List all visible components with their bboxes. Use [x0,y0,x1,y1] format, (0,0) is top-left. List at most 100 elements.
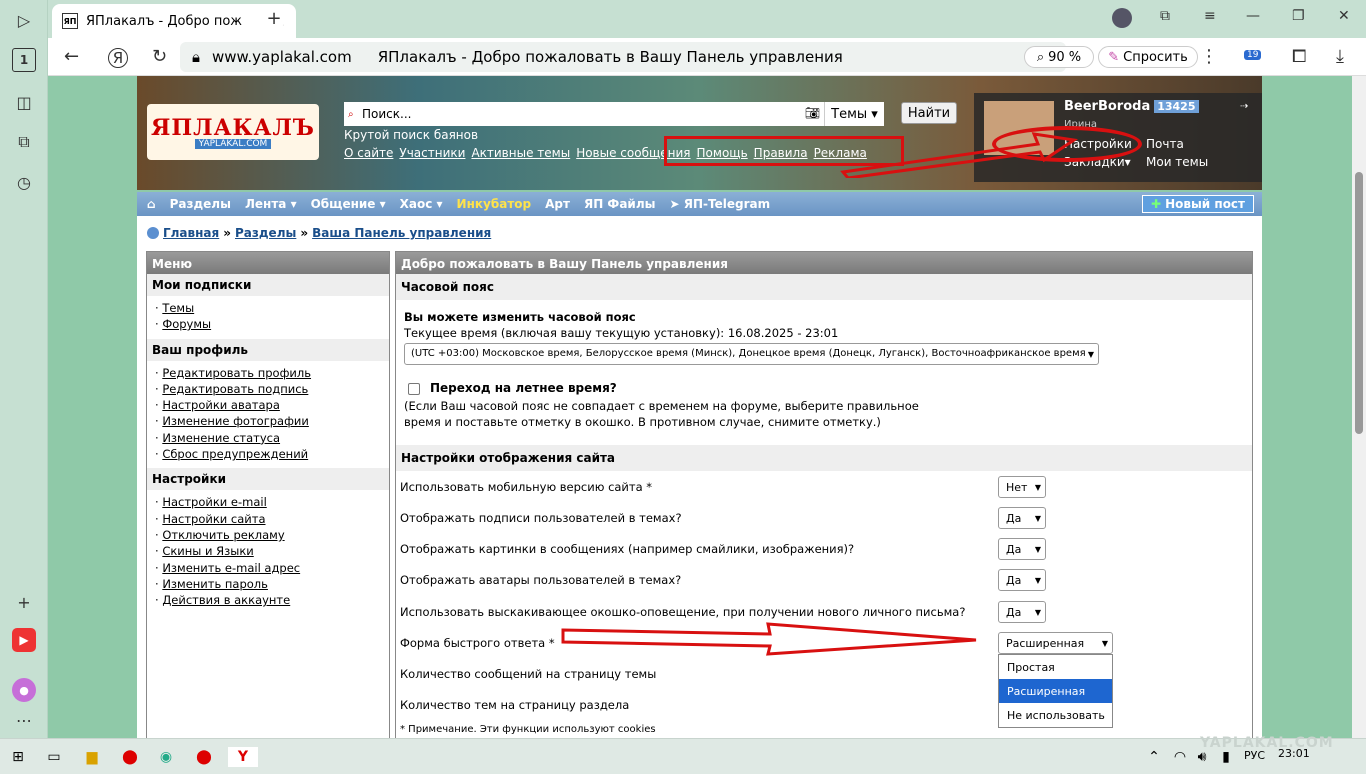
opera-gx-icon[interactable]: ⬤ [194,747,214,767]
link-about[interactable]: О сайте [344,146,393,160]
avatars-select[interactable]: Да [998,569,1046,591]
timezone-select[interactable]: (UTC +03:00) Московское время, Белорусск… [404,343,1099,365]
breadcrumb-panel[interactable]: Ваша Панель управления [312,226,491,240]
menu-link[interactable]: Действия в аккаунте [162,593,290,607]
windows-start-icon[interactable]: ⊞ [8,747,28,767]
camera-search-icon[interactable]: 📷︎ [805,106,820,120]
user-my-topics-link[interactable]: Мои темы [1146,155,1208,169]
nav-telegram[interactable]: ➤ ЯП-Telegram [669,197,770,211]
menu-icon[interactable]: ≡ [1204,8,1216,24]
play-icon[interactable]: ▷ [12,8,36,32]
restore-icon[interactable]: ❐ [1292,8,1305,24]
bookmarks-icon[interactable]: ⧉ [1160,8,1170,24]
menu-link[interactable]: Настройки сайта [162,512,265,526]
menu-link[interactable]: Скины и Языки [162,544,253,558]
chevron-up-icon[interactable]: ⌃ [1144,747,1164,767]
chrome-icon[interactable]: ◉ [156,747,176,767]
menu-link[interactable]: Настройки аватара [162,398,280,412]
video-app-icon[interactable]: ▶ [12,628,36,652]
page-scrollbar[interactable] [1352,76,1366,738]
back-icon[interactable]: ← [64,46,79,67]
menu-link[interactable]: Редактировать подпись [162,382,308,396]
menu-link[interactable]: Настройки e-mail [162,495,266,509]
option-extended[interactable]: Расширенная [999,679,1112,703]
breadcrumb-sections[interactable]: Разделы [235,226,296,240]
quick-reply-dropdown: Простая Расширенная Не использовать [998,654,1113,728]
search-input[interactable]: Поиск... [362,107,411,121]
menu-link[interactable]: Темы [162,301,194,315]
breadcrumb-home[interactable]: Главная [163,226,219,240]
menu-link[interactable]: Изменение статуса [162,431,280,445]
nav-files[interactable]: ЯП Файлы [584,197,656,211]
dst-note-1: (Если Ваш часовой пояс не совпадает с вр… [404,399,919,413]
file-explorer-icon[interactable]: ▆ [82,747,102,767]
menu-link[interactable]: Изменить e-mail адрес [162,561,300,575]
nav-chat[interactable]: Общение ▾ [311,197,386,211]
nav-feed[interactable]: Лента ▾ [245,197,297,211]
link-members[interactable]: Участники [399,146,465,160]
collections-icon[interactable]: ⧉ [12,130,36,154]
more-icon[interactable]: ⋯ [12,708,36,732]
extensions-icon[interactable]: ⧠ [1292,46,1306,67]
new-post-label: Новый пост [1165,197,1245,211]
minimize-icon[interactable]: — [1246,8,1260,24]
list-item: · Действия в аккаунте [155,593,291,608]
yandex-browser-icon[interactable]: Y [228,747,258,767]
quick-reply-select[interactable]: Расширенная [998,632,1113,654]
download-icon[interactable]: ⤓ [1336,46,1344,67]
menu-link[interactable]: Форумы [162,317,211,331]
option-simple[interactable]: Простая [999,655,1112,679]
logout-icon[interactable]: ⇢ [1240,101,1248,112]
menu-link[interactable]: Изменение фотографии [162,414,309,428]
camera-icon[interactable]: ◫ [12,90,36,114]
user-name[interactable]: BeerBoroda [1064,99,1150,114]
add-icon[interactable]: + [12,590,36,614]
url-field[interactable]: 🔒︎ www.yaplakal.com ЯПлакалъ - Добро пож… [180,42,1066,72]
wifi-icon[interactable]: ◠ [1170,747,1190,767]
home-icon[interactable]: ⌂ [147,197,156,211]
menu-link[interactable]: Изменить пароль [162,577,268,591]
user-mail-link[interactable]: Почта [1146,137,1184,151]
web-page: ЯПЛАКАЛЪ YAPLAKAL.COM ⌕ Поиск... 📷︎ Темы… [48,76,1352,738]
tab-count-icon[interactable]: 1 [12,48,36,72]
option-none[interactable]: Не использовать [999,703,1112,727]
nav-art[interactable]: Арт [545,197,570,211]
nav-feed-label: Лента [244,197,287,211]
new-tab-button[interactable]: + [262,6,286,30]
yandex-icon[interactable]: Я [108,48,128,68]
menu-link[interactable]: Отключить рекламу [162,528,284,542]
zoom-button[interactable]: ⌕ 90 % [1024,46,1094,68]
nav-incubator[interactable]: Инкубатор [457,197,532,211]
task-view-icon[interactable]: ▭ [44,747,64,767]
opera-icon[interactable]: ⬤ [120,747,140,767]
downloads-badge[interactable]: 19 [1244,46,1262,61]
menu-link[interactable]: Редактировать профиль [162,366,311,380]
site-logo[interactable]: ЯПЛАКАЛЪ YAPLAKAL.COM [147,104,319,160]
list-item: · Редактировать подпись [155,381,309,396]
history-icon[interactable]: ◷ [12,170,36,194]
more-menu-icon[interactable]: ⋮ [1200,46,1218,67]
new-post-button[interactable]: ✚ Новый пост [1142,195,1254,213]
nav-sections[interactable]: Разделы [170,197,231,211]
close-window-icon[interactable]: ✕ [1338,8,1350,24]
profile-avatar[interactable] [1112,8,1132,28]
popup-select[interactable]: Да [998,601,1046,623]
taskbar: ⊞ ▭ ▆ ⬤ ◉ ⬤ Y ⌃ ◠ 🔊︎ ▮ РУС 23:01 YAPLAKA… [0,735,1366,774]
list-item: · Настройки e-mail [155,495,267,510]
link-active[interactable]: Активные темы [471,146,570,160]
signatures-select[interactable]: Да [998,507,1046,529]
dst-checkbox[interactable] [408,383,420,395]
alice-icon[interactable]: ● [12,678,36,702]
images-select[interactable]: Да [998,538,1046,560]
scrollbar-thumb[interactable] [1355,172,1363,434]
mobile-select[interactable]: Нет [998,476,1046,498]
ask-button[interactable]: ✎ Спросить [1098,46,1198,68]
active-tab[interactable]: ЯП ЯПлакалъ - Добро пож ✕ [52,4,296,38]
menu-link[interactable]: Сброс предупреждений [162,447,308,461]
cookies-note: * Примечание. Эти функции используют coo… [400,724,656,735]
setting-label-topics-per-page: Количество тем на страницу раздела [400,698,630,712]
list-item: · Настройки аватара [155,398,280,413]
reload-icon[interactable]: ↻ [152,46,167,67]
nav-chaos[interactable]: Хаос ▾ [400,197,443,211]
search-icon: ⌕ [1036,49,1045,65]
